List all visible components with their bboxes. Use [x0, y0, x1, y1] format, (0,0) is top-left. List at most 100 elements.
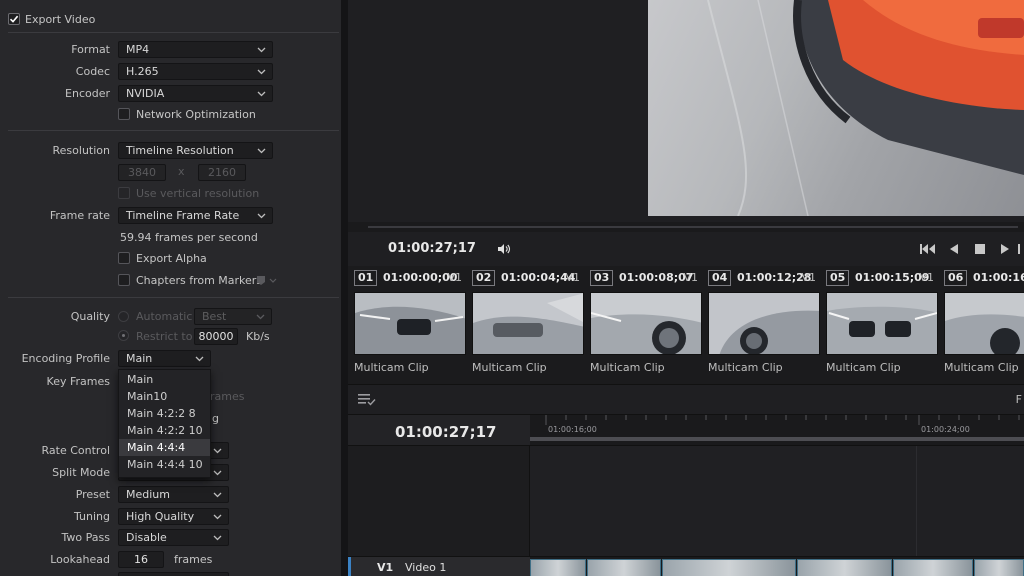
network-optimization-label: Network Optimization	[136, 108, 256, 121]
rate-control-label: Rate Control	[41, 444, 110, 457]
divider	[8, 130, 339, 131]
volume-icon[interactable]	[496, 242, 512, 256]
chapters-checkbox[interactable]	[118, 274, 130, 286]
quality-best-dropdown[interactable]: Best	[194, 308, 272, 325]
codec-value: H.265	[126, 65, 159, 78]
quality-label: Quality	[70, 310, 110, 323]
divider	[8, 297, 339, 298]
hidden-option-text: g	[212, 412, 219, 425]
next-frame-icon[interactable]	[1018, 242, 1024, 256]
chevron-down-icon	[256, 86, 266, 101]
timeline-options-icon[interactable]	[358, 393, 376, 409]
clip-name: Multicam Clip	[826, 361, 901, 374]
menu-item-main[interactable]: Main	[119, 371, 210, 388]
clip-timecode: 01:00:04;44	[501, 271, 576, 284]
encoder-dropdown[interactable]: NVIDIA	[118, 85, 273, 102]
clip-name: Multicam Clip	[944, 361, 1019, 374]
lookahead-unit: frames	[174, 553, 213, 566]
format-value: MP4	[126, 43, 150, 56]
clip-card[interactable]: 06 01:00:16;5 Multicam Clip	[938, 266, 1024, 384]
play-reverse-icon[interactable]	[946, 242, 962, 256]
track-header-v1[interactable]: V1 Video 1	[348, 556, 530, 576]
clip-name: Multicam Clip	[472, 361, 547, 374]
frame-rate-label: Frame rate	[49, 209, 110, 222]
frame-rate-dropdown[interactable]: Timeline Frame Rate	[118, 207, 273, 224]
export-alpha-checkbox[interactable]	[118, 252, 130, 264]
bitrate-input[interactable]: 80000	[194, 328, 238, 345]
resolution-width-input[interactable]: 3840	[118, 164, 166, 181]
quality-automatic-radio[interactable]	[118, 311, 129, 322]
encoding-profile-menu: Main Main10 Main 4:2:2 8 Main 4:2:2 10 M…	[118, 369, 211, 478]
clip-card[interactable]: 01 01:00:00;00 V1 Multicam Clip	[348, 266, 466, 384]
timeline-clip[interactable]	[530, 559, 586, 576]
format-dropdown[interactable]: MP4	[118, 41, 273, 58]
menu-item-main10[interactable]: Main10	[119, 388, 210, 405]
clip-index: 05	[826, 270, 850, 286]
resolution-label: Resolution	[52, 144, 110, 157]
bitrate-unit: Kb/s	[246, 330, 270, 343]
key-frames-hidden-text: rames	[210, 390, 245, 403]
two-pass-label: Two Pass	[61, 531, 110, 544]
track-v1[interactable]	[530, 556, 1024, 576]
network-optimization-checkbox[interactable]	[118, 108, 130, 120]
clip-card[interactable]: 02 01:00:04;44 V1 Multicam Clip	[466, 266, 584, 384]
marker-icon[interactable]	[256, 275, 278, 290]
clip-card[interactable]: 03 01:00:08;07 V1 Multicam Clip	[584, 266, 702, 384]
stop-icon[interactable]	[972, 242, 988, 256]
grid-line	[916, 446, 917, 556]
lookahead-label: Lookahead	[50, 553, 110, 566]
timeline-header: 01:00:27;17	[348, 414, 530, 446]
viewer-scrubber[interactable]	[348, 222, 1024, 232]
play-icon[interactable]	[996, 242, 1012, 256]
vertical-resolution-checkbox[interactable]	[118, 187, 130, 199]
chevron-down-icon	[256, 42, 266, 57]
timeline-clip[interactable]	[662, 559, 796, 576]
menu-item-main-422-10[interactable]: Main 4:2:2 10	[119, 422, 210, 439]
transport-bar: 01:00:27;17	[348, 232, 1024, 266]
encoding-profile-value: Main	[126, 352, 153, 365]
chevron-down-icon	[194, 351, 204, 366]
clip-index: 03	[590, 270, 614, 286]
clip-thumbnail	[590, 292, 702, 355]
quality-restrict-radio[interactable]	[118, 330, 129, 341]
timeline-clip[interactable]	[797, 559, 892, 576]
chevron-down-icon	[256, 143, 266, 158]
menu-item-main-444[interactable]: Main 4:4:4	[119, 439, 210, 456]
timeline-clip[interactable]	[974, 559, 1024, 576]
first-frame-icon[interactable]	[920, 242, 936, 256]
clip-thumbnail	[708, 292, 820, 355]
menu-item-main-444-10[interactable]: Main 4:4:4 10	[119, 456, 210, 473]
menu-item-main-422-8[interactable]: Main 4:2:2 8	[119, 405, 210, 422]
quality-restrict-label: Restrict to	[136, 330, 193, 343]
preset-dropdown[interactable]: Medium	[118, 486, 229, 503]
resolution-dropdown[interactable]: Timeline Resolution	[118, 142, 273, 159]
timeline-clip[interactable]	[587, 559, 661, 576]
clip-thumbnail	[826, 292, 938, 355]
scrubber-track	[368, 226, 1018, 228]
next-dropdown[interactable]	[118, 572, 229, 576]
preset-label: Preset	[75, 488, 110, 501]
timeline-clip[interactable]	[893, 559, 973, 576]
codec-dropdown[interactable]: H.265	[118, 63, 273, 80]
clip-card[interactable]: 05 01:00:15;09 V1 Multicam Clip	[820, 266, 938, 384]
tuning-dropdown[interactable]: High Quality	[118, 508, 229, 525]
clip-thumbnail	[354, 292, 466, 355]
encoding-profile-dropdown[interactable]: Main	[118, 350, 211, 367]
track-selected-indicator	[348, 557, 351, 576]
timeline-timecode: 01:00:27;17	[395, 423, 497, 441]
panel-divider[interactable]	[341, 0, 348, 576]
codec-label: Codec	[75, 65, 110, 78]
vertical-resolution-label: Use vertical resolution	[136, 187, 260, 200]
export-video-checkbox[interactable]	[8, 13, 20, 25]
video-frame	[648, 0, 1024, 216]
timeline-ruler[interactable]: 01:00:16;00 01:00:24;00	[530, 414, 1024, 446]
resolution-height-input[interactable]: 2160	[198, 164, 246, 181]
chevron-down-icon	[212, 530, 222, 545]
timeline-track-area[interactable]	[530, 446, 1024, 556]
clip-timecode: 01:00:16;5	[973, 271, 1024, 284]
clip-card[interactable]: 04 01:00:12;28 V1 Multicam Clip	[702, 266, 820, 384]
tuning-value: High Quality	[126, 510, 195, 523]
ruler-mark: 01:00:24;00	[921, 425, 970, 434]
lookahead-input[interactable]: 16	[118, 551, 164, 568]
two-pass-dropdown[interactable]: Disable	[118, 529, 229, 546]
